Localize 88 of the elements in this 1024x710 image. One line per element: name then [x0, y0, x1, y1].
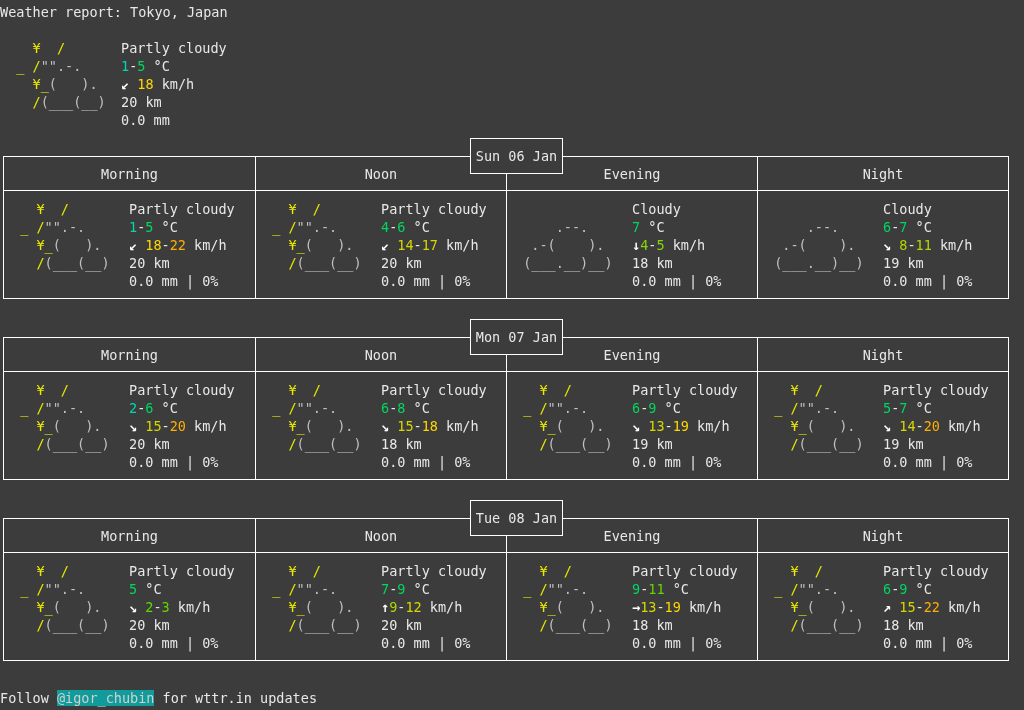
- condition-text: Partly cloudy: [129, 562, 235, 580]
- wind-text: ↑9-12 km/h: [381, 598, 464, 616]
- condition-text: Partly cloudy: [883, 381, 989, 399]
- visibility-text: 19 km: [883, 435, 925, 453]
- visibility-text: 19 km: [632, 435, 674, 453]
- wind-text: ↘ 8-11 km/h: [883, 236, 973, 254]
- condition-text: Cloudy: [632, 200, 682, 218]
- sun-cloud-ascii-drawing: ¥ / _ /"".-. ¥_( ). /(___(__): [19, 381, 111, 453]
- visibility-text: 18 km: [632, 254, 674, 272]
- temperature-text: 6-9 °C: [632, 399, 682, 417]
- temperature-text: 5-7 °C: [883, 399, 933, 417]
- precipitation-text: 0.0 mm | 0%: [129, 453, 220, 471]
- period-header: Morning: [4, 157, 255, 191]
- period-header: Night: [757, 157, 1008, 191]
- sun-cloud-ascii-drawing: ¥ / _ /"".-. ¥_( ). /(___(__): [522, 562, 614, 634]
- visibility-text: 20 km: [129, 435, 171, 453]
- wind-text: ↙ 18-22 km/h: [129, 236, 228, 254]
- wind-text: ↙ 18 km/h: [121, 75, 196, 93]
- sun-cloud-ascii-drawing: ¥ / _ /"".-. ¥_( ). /(___(__): [773, 562, 865, 634]
- precipitation-text: 0.0 mm | 0%: [381, 634, 472, 652]
- wind-text: ↘ 2-3 km/h: [129, 598, 212, 616]
- condition-text: Partly cloudy: [632, 562, 738, 580]
- temperature-text: 1-5 °C: [121, 57, 171, 75]
- report-title: Weather report: Tokyo, Japan: [0, 3, 229, 21]
- visibility-text: 20 km: [129, 254, 171, 272]
- condition-text: Partly cloudy: [632, 381, 738, 399]
- sun-cloud-ascii-drawing: ¥ / _ /"".-. ¥_( ). /(___(__): [15, 39, 107, 111]
- footer-text: for wttr.in updates: [161, 690, 317, 706]
- precipitation-text: 0.0 mm | 0%: [381, 272, 472, 290]
- temperature-text: 6-9 °C: [883, 580, 933, 598]
- wind-text: ↗ 15-22 km/h: [883, 598, 982, 616]
- condition-text: Cloudy: [883, 200, 933, 218]
- precipitation-text: 0.0 mm | 0%: [883, 453, 974, 471]
- precipitation-text: 0.0 mm | 0%: [632, 272, 722, 290]
- precipitation-text: 0.0 mm | 0%: [129, 634, 220, 652]
- visibility-text: 18 km: [632, 616, 674, 634]
- sun-cloud-ascii-drawing: ¥ / _ /"".-. ¥_( ). /(___(__): [271, 562, 363, 634]
- visibility-text: 20 km: [381, 616, 423, 634]
- temperature-text: 9-11 °C: [632, 580, 690, 598]
- condition-text: Partly cloudy: [883, 562, 989, 580]
- temperature-text: 6-8 °C: [381, 399, 431, 417]
- precipitation-text: 0.0 mm | 0%: [129, 272, 220, 290]
- temperature-text: 7-9 °C: [381, 580, 431, 598]
- cloud-ascii-drawing: .--. .-( ). (___.__)__): [522, 218, 614, 272]
- temperature-text: 4-6 °C: [381, 218, 431, 236]
- visibility-text: 20 km: [121, 93, 163, 111]
- visibility-text: 18 km: [381, 435, 423, 453]
- sun-cloud-ascii-drawing: ¥ / _ /"".-. ¥_( ). /(___(__): [19, 200, 111, 272]
- condition-text: Partly cloudy: [129, 381, 235, 399]
- wind-text: ↘ 15-20 km/h: [129, 417, 228, 435]
- precipitation-text: 0.0 mm: [121, 111, 171, 129]
- wind-text: ↘ 13-19 km/h: [632, 417, 731, 435]
- sun-cloud-ascii-drawing: ¥ / _ /"".-. ¥_( ). /(___(__): [773, 381, 865, 453]
- condition-text: Partly cloudy: [129, 200, 235, 218]
- wind-text: ↘ 15-18 km/h: [381, 417, 480, 435]
- temperature-text: 5 °C: [129, 580, 163, 598]
- temperature-text: 7 °C: [632, 218, 666, 236]
- period-header: Morning: [4, 519, 255, 553]
- sun-cloud-ascii-drawing: ¥ / _ /"".-. ¥_( ). /(___(__): [271, 200, 363, 272]
- sun-cloud-ascii-drawing: ¥ / _ /"".-. ¥_( ). /(___(__): [19, 562, 111, 634]
- period-header: Night: [757, 338, 1008, 372]
- cloud-ascii-drawing: .--. .-( ). (___.__)__): [773, 218, 865, 272]
- visibility-text: 18 km: [883, 616, 925, 634]
- footer-text: Follow: [0, 690, 50, 706]
- visibility-text: 20 km: [381, 254, 423, 272]
- precipitation-text: 0.0 mm | 0%: [883, 272, 973, 290]
- temperature-text: 6-7 °C: [883, 218, 933, 236]
- condition-text: Partly cloudy: [381, 562, 487, 580]
- precipitation-text: 0.0 mm | 0%: [632, 634, 723, 652]
- condition-text: Partly cloudy: [381, 200, 487, 218]
- wind-text: ↘ 14-20 km/h: [883, 417, 982, 435]
- period-header: Night: [757, 519, 1008, 553]
- temperature-text: 2-6 °C: [129, 399, 179, 417]
- wind-text: ↙ 14-17 km/h: [381, 236, 480, 254]
- precipitation-text: 0.0 mm | 0%: [381, 453, 472, 471]
- period-header: Morning: [4, 338, 255, 372]
- sun-cloud-ascii-drawing: ¥ / _ /"".-. ¥_( ). /(___(__): [271, 381, 363, 453]
- precipitation-text: 0.0 mm | 0%: [632, 453, 723, 471]
- wind-text: ↓4-5 km/h: [632, 236, 707, 254]
- author-link[interactable]: @igor_chubin: [56, 690, 155, 706]
- wind-text: →13-19 km/h: [632, 598, 723, 616]
- temperature-text: 1-5 °C: [129, 218, 179, 236]
- visibility-text: 19 km: [883, 254, 925, 272]
- condition-text: Partly cloudy: [121, 39, 227, 57]
- visibility-text: 20 km: [129, 616, 171, 634]
- precipitation-text: 0.0 mm | 0%: [883, 634, 974, 652]
- condition-text: Partly cloudy: [381, 381, 487, 399]
- sun-cloud-ascii-drawing: ¥ / _ /"".-. ¥_( ). /(___(__): [522, 381, 614, 453]
